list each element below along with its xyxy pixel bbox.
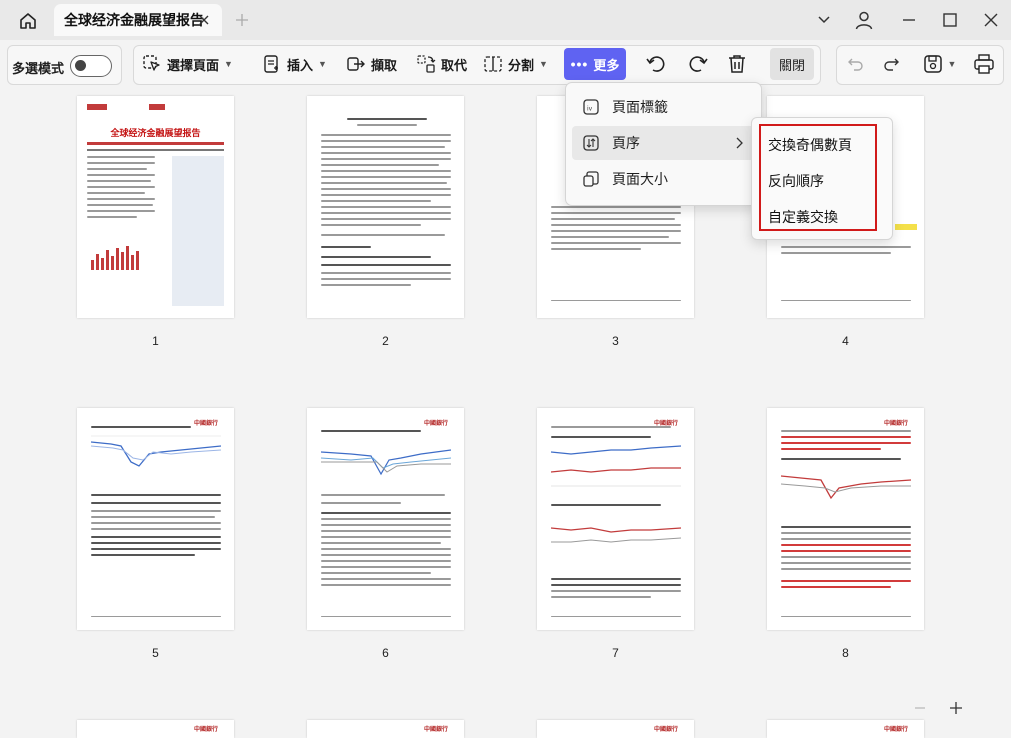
print-icon[interactable] (970, 50, 998, 78)
close-button[interactable]: 關閉 (770, 48, 814, 80)
more-icon: ••• (570, 56, 589, 72)
title-bar: 全球经济金融展望报告 (0, 0, 1011, 40)
extract-icon (347, 57, 365, 71)
page-number-5: 5 (152, 646, 159, 660)
split-label: 分割 (508, 57, 535, 73)
page-thumbnail-5[interactable]: 中國銀行 (77, 408, 234, 630)
extract-label: 擷取 (371, 57, 398, 73)
page-number-2: 2 (382, 334, 389, 348)
cursor-icon (143, 55, 160, 71)
zoom-out-icon[interactable] (913, 698, 927, 718)
undo-icon[interactable] (842, 50, 870, 78)
page-label-icon: iv (582, 98, 600, 116)
close-icon[interactable] (196, 12, 212, 28)
more-label: 更多 (593, 57, 620, 73)
select-page-label: 選擇頁面 (167, 57, 220, 73)
select-page-button[interactable]: 選擇頁面 ▼ (142, 50, 233, 78)
page-size-icon (582, 170, 600, 188)
page-number-1: 1 (152, 334, 159, 348)
menu-item-page-label[interactable]: iv 頁面標籤 (572, 90, 757, 124)
insert-label: 插入 (287, 57, 314, 73)
chevron-down-icon: ▼ (224, 59, 233, 69)
multi-select-toggle[interactable] (70, 55, 112, 77)
page-number-4: 4 (842, 334, 849, 348)
chevron-down-icon[interactable] (813, 9, 835, 31)
page-thumbnail-11[interactable]: 中國銀行 (537, 720, 694, 738)
menu-item-label: 頁序 (612, 135, 640, 151)
page-thumbnail-10[interactable]: 中國銀行 (307, 720, 464, 738)
replace-label: 取代 (441, 57, 468, 73)
rotate-right-icon[interactable] (684, 50, 712, 78)
more-menu: iv 頁面標籤 頁序 頁面大小 (565, 82, 762, 206)
trash-icon[interactable] (723, 50, 751, 78)
user-icon[interactable] (853, 9, 875, 31)
add-tab-icon[interactable] (232, 10, 252, 30)
svg-text:iv: iv (587, 106, 593, 113)
chevron-down-icon[interactable]: ▼ (945, 50, 959, 78)
tab-title: 全球经济金融展望报告 (64, 12, 204, 28)
window-close-icon[interactable] (980, 9, 1002, 31)
redo-icon[interactable] (877, 50, 905, 78)
page-tools-group (133, 45, 821, 85)
submenu-highlight-box (759, 124, 877, 231)
page-number-7: 7 (612, 646, 619, 660)
multi-select-label: 多選模式 (12, 61, 65, 76)
chevron-right-icon (735, 136, 743, 152)
page-thumbnail-8[interactable]: 中國銀行 (767, 408, 924, 630)
page-thumbnail-6[interactable]: 中國銀行 (307, 408, 464, 630)
rotate-left-icon[interactable] (642, 50, 670, 78)
page-number-6: 6 (382, 646, 389, 660)
replace-button[interactable]: 取代 (416, 50, 467, 78)
save-icon[interactable] (919, 50, 947, 78)
minimize-icon[interactable] (898, 9, 920, 31)
page-number-8: 8 (842, 646, 849, 660)
replace-icon (417, 55, 436, 73)
chevron-down-icon: ▼ (318, 59, 327, 69)
insert-icon (264, 55, 278, 73)
page-thumbnail-1[interactable]: 全球经济金融展望报告 (77, 96, 234, 318)
document-tab[interactable]: 全球经济金融展望报告 (54, 4, 222, 36)
page-number-3: 3 (612, 334, 619, 348)
page-thumbnail-7[interactable]: 中國銀行 (537, 408, 694, 630)
page-thumbnail-2[interactable] (307, 96, 464, 318)
menu-item-page-size[interactable]: 頁面大小 (572, 162, 757, 196)
page1-title: 全球经济金融展望报告 (110, 129, 201, 139)
split-button[interactable]: 分割 ▼ (483, 50, 548, 78)
page-order-icon (582, 134, 600, 152)
page-thumbnail-12[interactable]: 中國銀行 (767, 720, 924, 738)
insert-button[interactable]: 插入 ▼ (262, 50, 327, 78)
page-thumbnail-9[interactable]: 中國銀行 (77, 720, 234, 738)
chevron-down-icon: ▼ (539, 59, 548, 69)
menu-item-label: 頁面標籤 (612, 99, 668, 115)
more-button[interactable]: ••• 更多 (564, 48, 626, 80)
menu-item-page-order[interactable]: 頁序 (572, 126, 757, 160)
maximize-icon[interactable] (939, 9, 961, 31)
menu-item-label: 頁面大小 (612, 171, 668, 187)
home-icon[interactable] (14, 8, 42, 34)
split-icon (484, 56, 502, 72)
zoom-in-icon[interactable] (948, 698, 964, 718)
extract-button[interactable]: 擷取 (346, 50, 397, 78)
